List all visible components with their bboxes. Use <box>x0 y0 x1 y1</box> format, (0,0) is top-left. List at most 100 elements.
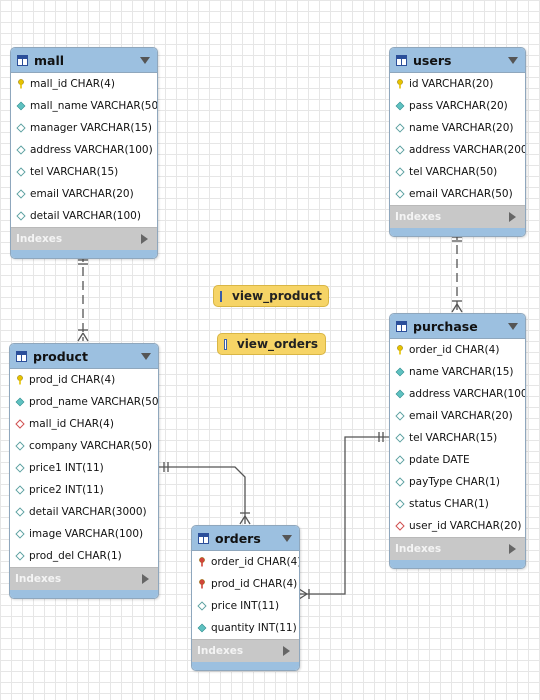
column-row[interactable]: id VARCHAR(20) <box>390 73 525 95</box>
column-row[interactable]: manager VARCHAR(15) <box>11 117 157 139</box>
column-row[interactable]: email VARCHAR(20) <box>11 183 157 205</box>
column-name: prod_id <box>211 578 250 590</box>
column-row[interactable]: name VARCHAR(15) <box>390 361 525 383</box>
column-row[interactable]: mall_id CHAR(4) <box>11 73 157 95</box>
column-type: VARCHAR(20) <box>421 78 494 90</box>
column-row[interactable]: prod_name VARCHAR(50) <box>10 391 158 413</box>
column-row[interactable]: prod_id CHAR(4) <box>192 573 299 595</box>
expand-arrow-icon[interactable] <box>509 544 516 554</box>
not-null-icon <box>395 389 405 399</box>
column-icon <box>395 411 405 421</box>
column-row[interactable]: name VARCHAR(20) <box>390 117 525 139</box>
table-purchase[interactable]: purchase order_id CHAR(4) name VARCHAR(15) a… <box>389 313 526 569</box>
rel-purchase-orders <box>299 436 389 595</box>
column-row[interactable]: prod_id CHAR(4) <box>10 369 158 391</box>
column-name: image <box>29 528 62 540</box>
column-row[interactable]: mall_name VARCHAR(50) <box>11 95 157 117</box>
column-type: VARCHAR(20) <box>441 122 514 134</box>
view-orders[interactable]: view_orders <box>217 333 326 355</box>
table-header[interactable]: users <box>390 48 525 73</box>
column-type: VARCHAR(20) <box>61 188 134 200</box>
column-name: address <box>409 388 451 400</box>
column-row[interactable]: company VARCHAR(50) <box>10 435 158 457</box>
column-icon <box>395 477 405 487</box>
collapse-arrow-icon[interactable] <box>141 353 151 360</box>
column-row[interactable]: mall_id CHAR(4) <box>10 413 158 435</box>
column-name: tel <box>30 166 44 178</box>
column-name: order_id <box>211 556 254 568</box>
table-orders[interactable]: orders order_id CHAR(4) prod_id CHAR(4) pric… <box>191 525 300 671</box>
column-row[interactable]: pdate DATE <box>390 449 525 471</box>
column-row[interactable]: address VARCHAR(200) <box>390 139 525 161</box>
column-row[interactable]: prod_del CHAR(1) <box>10 545 158 567</box>
indexes-section[interactable]: Indexes <box>390 537 525 560</box>
column-name: detail <box>30 210 60 222</box>
column-icon <box>15 507 25 517</box>
table-users[interactable]: users id VARCHAR(20) pass VARCHAR(20) name VA… <box>389 47 526 237</box>
column-row[interactable]: price INT(11) <box>192 595 299 617</box>
column-row[interactable]: tel VARCHAR(50) <box>390 161 525 183</box>
table-header[interactable]: product <box>10 344 158 369</box>
column-name: quantity <box>211 622 255 634</box>
collapse-arrow-icon[interactable] <box>140 57 150 64</box>
column-name: manager <box>30 122 78 134</box>
column-row[interactable]: image VARCHAR(100) <box>10 523 158 545</box>
table-footer <box>11 250 157 258</box>
foreign-key-pk-icon <box>197 557 207 567</box>
column-icon <box>15 529 25 539</box>
not-null-icon <box>15 397 25 407</box>
column-row[interactable]: detail VARCHAR(3000) <box>10 501 158 523</box>
column-name: tel <box>409 432 423 444</box>
primary-key-icon <box>16 79 26 89</box>
column-type: VARCHAR(50) <box>90 396 159 408</box>
column-row[interactable]: quantity INT(11) <box>192 617 299 639</box>
column-row[interactable]: address VARCHAR(100) <box>11 139 157 161</box>
column-type: CHAR(4) <box>256 556 300 568</box>
table-mall[interactable]: mall mall_id CHAR(4) mall_name VARCHAR(50) m… <box>10 47 158 259</box>
table-product[interactable]: product prod_id CHAR(4) prod_name VARCHAR(5… <box>9 343 159 599</box>
column-row[interactable]: status CHAR(1) <box>390 493 525 515</box>
column-row[interactable]: pass VARCHAR(20) <box>390 95 525 117</box>
table-header[interactable]: mall <box>11 48 157 73</box>
column-name: user_id <box>409 520 447 532</box>
column-row[interactable]: payType CHAR(1) <box>390 471 525 493</box>
table-header[interactable]: purchase <box>390 314 525 339</box>
column-row[interactable]: email VARCHAR(20) <box>390 405 525 427</box>
column-type: INT(11) <box>240 600 280 612</box>
table-header[interactable]: orders <box>192 526 299 551</box>
column-row[interactable]: address VARCHAR(100) <box>390 383 525 405</box>
column-row[interactable]: price2 INT(11) <box>10 479 158 501</box>
column-type: CHAR(1) <box>77 550 122 562</box>
expand-arrow-icon[interactable] <box>509 212 516 222</box>
not-null-icon <box>16 101 26 111</box>
column-row[interactable]: email VARCHAR(50) <box>390 183 525 205</box>
indexes-section[interactable]: Indexes <box>390 205 525 228</box>
column-row[interactable]: order_id CHAR(4) <box>192 551 299 573</box>
indexes-section[interactable]: Indexes <box>192 639 299 662</box>
column-row[interactable]: tel VARCHAR(15) <box>11 161 157 183</box>
column-row[interactable]: tel VARCHAR(15) <box>390 427 525 449</box>
column-name: price <box>211 600 238 612</box>
column-type: VARCHAR(3000) <box>61 506 147 518</box>
column-icon <box>16 189 26 199</box>
collapse-arrow-icon[interactable] <box>282 535 292 542</box>
table-icon <box>396 54 407 66</box>
view-product[interactable]: view_product <box>213 285 329 307</box>
column-name: name <box>409 122 439 134</box>
indexes-section[interactable]: Indexes <box>11 227 157 250</box>
expand-arrow-icon[interactable] <box>142 574 149 584</box>
column-name: mall_id <box>30 78 68 90</box>
column-row[interactable]: user_id VARCHAR(20) <box>390 515 525 537</box>
expand-arrow-icon[interactable] <box>283 646 290 656</box>
column-row[interactable]: order_id CHAR(4) <box>390 339 525 361</box>
column-name: tel <box>409 166 423 178</box>
collapse-arrow-icon[interactable] <box>508 57 518 64</box>
collapse-arrow-icon[interactable] <box>508 323 518 330</box>
column-icon <box>395 455 405 465</box>
indexes-section[interactable]: Indexes <box>10 567 158 590</box>
expand-arrow-icon[interactable] <box>141 234 148 244</box>
column-row[interactable]: detail VARCHAR(100) <box>11 205 157 227</box>
column-row[interactable]: price1 INT(11) <box>10 457 158 479</box>
column-type: INT(11) <box>257 622 297 634</box>
table-icon <box>17 54 28 66</box>
